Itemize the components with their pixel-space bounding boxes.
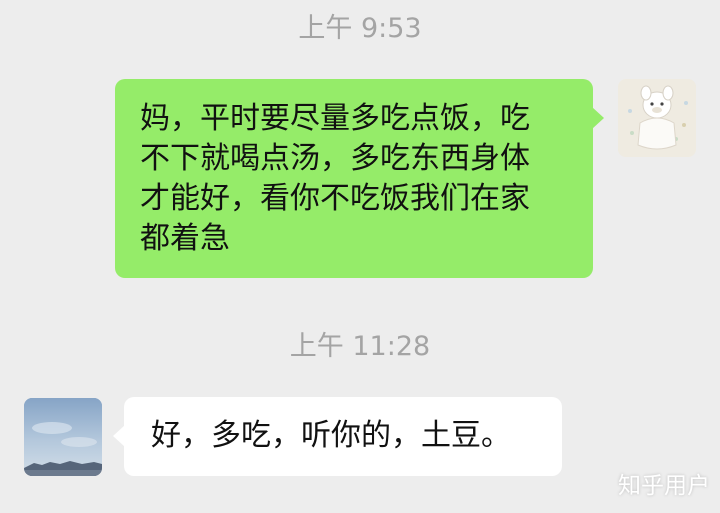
sky-landscape-avatar-icon [24, 398, 102, 476]
message-bubble-sent[interactable]: 妈，平时要尽量多吃点饭，吃 不下就喝点汤，多吃东西身体 才能好，看你不吃饭我们在… [115, 79, 604, 278]
message-text-received: 好，多吃，听你的，土豆。 [151, 418, 511, 453]
contact-avatar[interactable] [24, 398, 102, 476]
zhihu-watermark: 知乎用户 [618, 473, 710, 499]
message-text-sent: 妈，平时要尽量多吃点饭，吃 不下就喝点汤，多吃东西身体 才能好，看你不吃饭我们在… [140, 101, 530, 256]
toy-avatar-icon [618, 79, 696, 157]
self-avatar[interactable] [618, 79, 696, 157]
timestamp-1: 上午 9:53 [298, 13, 422, 44]
message-bubble-received[interactable]: 好，多吃，听你的，土豆。 [113, 397, 562, 476]
timestamp-2: 上午 11:28 [289, 331, 431, 362]
